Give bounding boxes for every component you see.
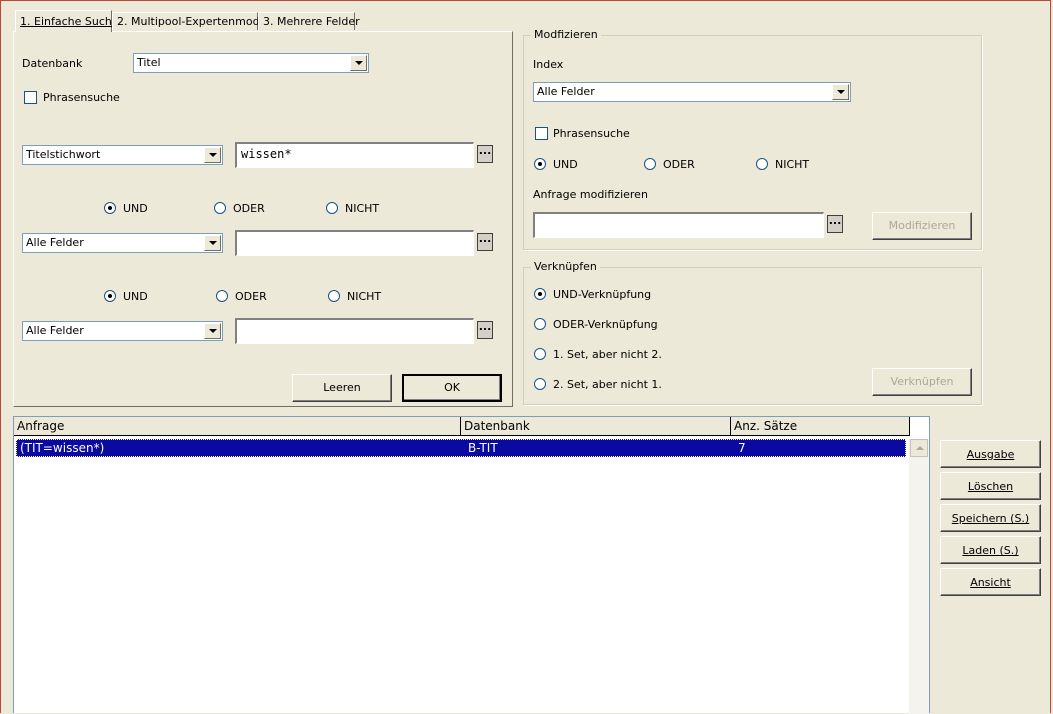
tab-simple-search[interactable]: 1. Einfache Suche — [15, 10, 119, 32]
row-database: B-TIT — [468, 441, 498, 455]
op1-und-label: UND — [123, 202, 148, 215]
link-oder-label: ODER-Verknüpfung — [553, 318, 658, 331]
search-term-input-3[interactable] — [235, 318, 474, 344]
op2-und-label: UND — [123, 290, 148, 303]
tab-multipool-expert[interactable]: 2. Multipool-Expertenmodus — [112, 12, 272, 30]
view-button-label: Ansicht — [970, 576, 1011, 589]
ellipsis-button-2[interactable]: ... — [477, 233, 493, 251]
results-scrollbar[interactable] — [909, 439, 929, 714]
phrase-label: Phrasensuche — [43, 91, 120, 104]
datenbank-label: Datenbank — [22, 57, 83, 70]
link-und-label: UND-Verknüpfung — [553, 288, 652, 301]
phrase-checkbox[interactable] — [24, 91, 37, 104]
op2-und-radio[interactable] — [104, 290, 116, 302]
load-button-label: Laden (S.) — [962, 544, 1019, 557]
load-button[interactable]: Laden (S.) — [940, 536, 1041, 564]
link-set2-not1-radio[interactable] — [534, 378, 546, 390]
ellipsis-button-3[interactable]: ... — [477, 321, 493, 339]
chevron-down-icon[interactable] — [350, 55, 367, 71]
save-button[interactable]: Speichern (S.) — [940, 504, 1041, 532]
modify-oder-label: ODER — [663, 158, 695, 171]
link-set1-not2-radio[interactable] — [534, 348, 546, 360]
modify-group-title: Modfizieren — [531, 28, 601, 41]
link-group-title: Verknüpfen — [531, 260, 600, 273]
chevron-down-icon[interactable] — [204, 323, 221, 339]
row-count: 7 — [738, 441, 746, 455]
index-select[interactable]: Alle Felder — [533, 82, 851, 102]
ellipsis-button-1[interactable]: ... — [477, 145, 493, 163]
modify-nicht-label: NICHT — [775, 158, 810, 171]
tab-panel-simple-search — [13, 31, 513, 407]
modify-phrase-checkbox[interactable] — [535, 127, 548, 140]
field-select-3-value: Alle Felder — [26, 324, 84, 337]
op1-und-radio[interactable] — [104, 202, 116, 214]
chevron-down-icon[interactable] — [204, 235, 221, 251]
modify-ellipsis-button[interactable]: ... — [827, 215, 843, 233]
field-select-1[interactable]: Titelstichwort — [22, 145, 223, 165]
row-query: (TIT=wissen*) — [20, 441, 105, 455]
results-table-header: Anfrage Datenbank Anz. Sätze — [14, 417, 910, 436]
results-table: Anfrage Datenbank Anz. Sätze (TIT=wissen… — [13, 416, 930, 714]
op2-oder-radio[interactable] — [216, 290, 228, 302]
link-set1-not2-label: 1. Set, aber nicht 2. — [553, 348, 662, 361]
table-row[interactable]: (TIT=wissen*) B-TIT 7 — [16, 439, 906, 457]
modify-und-label: UND — [553, 158, 578, 171]
modify-nicht-radio[interactable] — [756, 158, 768, 170]
index-value: Alle Felder — [537, 85, 595, 98]
clear-button[interactable]: Leeren — [292, 374, 392, 402]
column-header-anfrage[interactable]: Anfrage — [14, 417, 461, 435]
modify-phrase-label: Phrasensuche — [553, 127, 630, 140]
op1-oder-label: ODER — [233, 202, 265, 215]
datenbank-value: Titel — [137, 56, 161, 69]
view-button[interactable]: Ansicht — [940, 568, 1041, 596]
modify-oder-radio[interactable] — [644, 158, 656, 170]
ok-button[interactable]: OK — [402, 374, 502, 402]
op1-oder-radio[interactable] — [214, 202, 226, 214]
link-und-radio[interactable] — [534, 288, 546, 300]
datenbank-select[interactable]: Titel — [133, 53, 369, 73]
modify-button[interactable]: Modifizieren — [872, 212, 972, 240]
chevron-down-icon[interactable] — [832, 84, 849, 100]
op1-nicht-radio[interactable] — [326, 202, 338, 214]
output-button-label: Ausgabe — [966, 448, 1015, 461]
chevron-down-icon[interactable] — [204, 147, 221, 163]
modify-query-label: Anfrage modifizieren — [533, 188, 648, 201]
scroll-up-icon[interactable] — [910, 439, 928, 457]
link-oder-radio[interactable] — [534, 318, 546, 330]
op2-nicht-radio[interactable] — [328, 290, 340, 302]
index-label: Index — [533, 58, 564, 71]
save-button-label: Speichern (S.) — [951, 512, 1030, 525]
output-button[interactable]: Ausgabe — [940, 440, 1041, 468]
link-button[interactable]: Verknüpfen — [872, 368, 972, 396]
field-select-3[interactable]: Alle Felder — [22, 321, 223, 341]
op2-oder-label: ODER — [235, 290, 267, 303]
field-select-2[interactable]: Alle Felder — [22, 233, 223, 253]
search-term-input-1[interactable]: wissen* — [235, 142, 474, 168]
delete-button-label: Löschen — [967, 480, 1014, 493]
field-select-1-value: Titelstichwort — [26, 148, 101, 161]
field-select-2-value: Alle Felder — [26, 236, 84, 249]
column-header-datenbank[interactable]: Datenbank — [461, 417, 731, 435]
search-term-input-2[interactable] — [235, 230, 474, 256]
op1-nicht-label: NICHT — [345, 202, 380, 215]
delete-button[interactable]: Löschen — [940, 472, 1041, 500]
modify-query-input[interactable] — [533, 212, 824, 238]
modify-und-radio[interactable] — [534, 158, 546, 170]
tab-multiple-fields[interactable]: 3. Mehrere Felder — [258, 12, 360, 30]
column-header-count[interactable]: Anz. Sätze — [731, 417, 910, 435]
link-set2-not1-label: 2. Set, aber nicht 1. — [553, 378, 662, 391]
op2-nicht-label: NICHT — [347, 290, 382, 303]
